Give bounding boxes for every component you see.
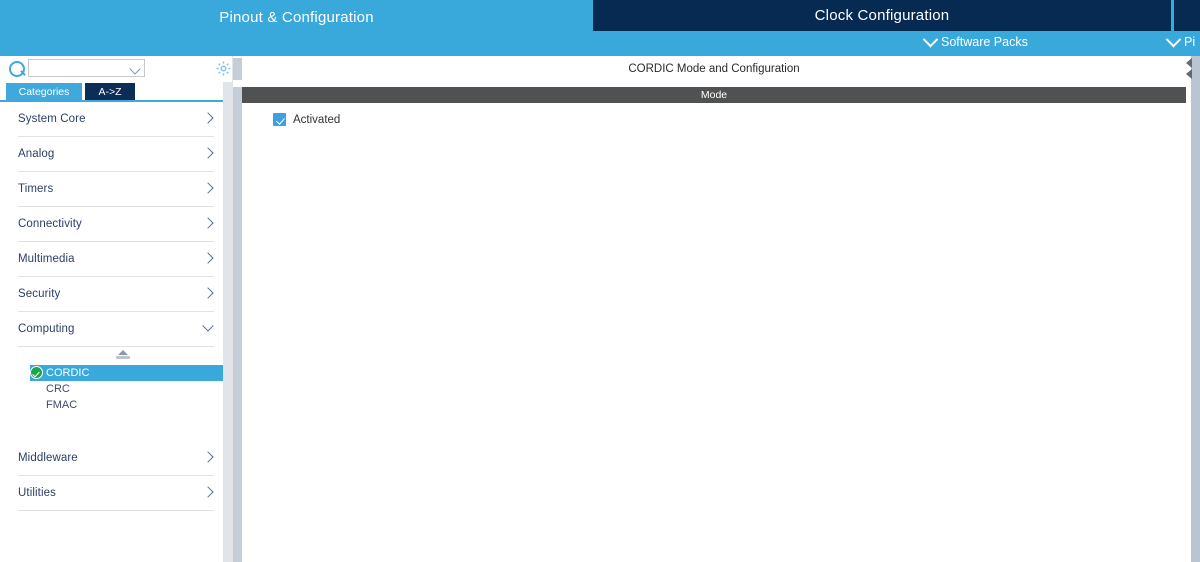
sidebar-item-security[interactable]: Security xyxy=(18,277,214,312)
tab-categories[interactable]: Categories xyxy=(6,83,82,100)
menu-software-packs[interactable]: Software Packs xyxy=(922,31,1028,49)
sidebar-item-utilities[interactable]: Utilities xyxy=(18,476,214,511)
search-icon xyxy=(9,61,25,77)
search-combobox[interactable] xyxy=(28,59,145,77)
chevron-right-icon xyxy=(202,252,214,264)
panel-title-label: CORDIC Mode and Configuration xyxy=(628,63,800,75)
sidebar-item-label: Timers xyxy=(18,183,54,195)
chevron-down-icon xyxy=(922,31,939,47)
sidebar-item-fmac[interactable]: FMAC xyxy=(30,397,230,413)
panel-title: CORDIC Mode and Configuration xyxy=(242,58,1186,80)
computing-subitem-list: CORDIC CRC FMAC xyxy=(0,347,232,413)
gear-icon[interactable] xyxy=(215,60,232,77)
sidebar-item-label: CORDIC xyxy=(46,367,90,379)
chevron-down-icon xyxy=(1165,31,1182,47)
chevron-right-icon xyxy=(202,112,214,124)
tab-clock-label: Clock Configuration xyxy=(814,7,950,24)
sidebar-item-analog[interactable]: Analog xyxy=(18,137,214,172)
sidebar-item-crc[interactable]: CRC xyxy=(30,381,230,397)
mode-section-header[interactable]: Mode xyxy=(242,87,1186,103)
menu-pinout[interactable]: Pi xyxy=(1165,31,1196,49)
scroll-left-arrow-icon-secondary[interactable] xyxy=(1186,69,1192,79)
main-scrollbar[interactable] xyxy=(1186,56,1200,562)
activated-checkbox[interactable] xyxy=(273,113,286,126)
sidebar-search-row xyxy=(0,56,232,82)
sidebar-item-label: FMAC xyxy=(46,399,78,411)
mode-bar-left-edge xyxy=(233,87,242,103)
menu-software-packs-label: Software Packs xyxy=(941,35,1028,49)
scroll-left-arrow-icon[interactable] xyxy=(1186,58,1192,68)
search-input[interactable] xyxy=(32,61,126,75)
sidebar-item-label: Computing xyxy=(18,323,75,335)
sidebar-item-computing[interactable]: Computing xyxy=(18,312,214,347)
sidebar-item-multimedia[interactable]: Multimedia xyxy=(18,242,214,277)
sidebar-view-tabs: Categories A->Z xyxy=(0,83,232,102)
chevron-down-icon[interactable] xyxy=(129,63,141,75)
chevron-down-icon xyxy=(202,320,214,332)
sidebar-item-timers[interactable]: Timers xyxy=(18,172,214,207)
chevron-right-icon xyxy=(202,182,214,194)
sidebar-item-label: CRC xyxy=(46,383,70,395)
chevron-right-icon xyxy=(202,147,214,159)
sidebar-item-connectivity[interactable]: Connectivity xyxy=(18,207,214,242)
application-window: Pinout & Configuration Clock Configurati… xyxy=(0,0,1200,562)
activated-checkbox-row[interactable]: Activated xyxy=(273,113,340,126)
mode-section-header-label: Mode xyxy=(700,89,728,101)
sidebar-item-system-core[interactable]: System Core xyxy=(18,102,214,137)
tab-overflow-stub[interactable] xyxy=(1174,0,1200,31)
sidebar-item-label: Middleware xyxy=(18,452,78,464)
sidebar-item-label: Connectivity xyxy=(18,218,82,230)
scroll-up-icon[interactable] xyxy=(118,350,128,355)
chevron-right-icon xyxy=(202,451,214,463)
header-subbar: Software Packs Pi xyxy=(0,31,1200,56)
tab-pinout-label: Pinout & Configuration xyxy=(219,8,374,26)
main-content: CORDIC Mode and Configuration Mode Activ… xyxy=(233,56,1200,562)
sidebar: Categories A->Z System Core Analog Timer… xyxy=(0,56,233,562)
sidebar-item-label: System Core xyxy=(18,113,86,125)
activated-checkbox-label: Activated xyxy=(293,113,341,126)
tab-clock-configuration[interactable]: Clock Configuration xyxy=(593,0,1171,31)
sidebar-item-label: Multimedia xyxy=(18,253,75,265)
header-band: Pinout & Configuration Clock Configurati… xyxy=(0,0,1200,56)
configured-check-icon xyxy=(30,366,43,379)
tab-a-to-z-label: A->Z xyxy=(98,85,122,98)
sidebar-item-middleware[interactable]: Middleware xyxy=(18,441,214,476)
menu-pinout-label: Pi xyxy=(1184,35,1196,49)
mode-section-body: Activated xyxy=(242,103,1187,562)
panel-left-edge xyxy=(233,58,242,80)
sidebar-scrollbar[interactable] xyxy=(223,82,232,562)
chevron-right-icon xyxy=(202,486,214,498)
tab-a-to-z[interactable]: A->Z xyxy=(85,83,135,100)
sidebar-item-label: Utilities xyxy=(18,487,56,499)
sidebar-item-label: Analog xyxy=(18,148,55,160)
tab-pinout-configuration[interactable]: Pinout & Configuration xyxy=(0,0,593,34)
scroll-up-icon-base xyxy=(116,356,130,359)
category-list: System Core Analog Timers Connectivity M… xyxy=(0,102,232,562)
sidebar-item-cordic[interactable]: CORDIC xyxy=(30,365,230,381)
tab-categories-label: Categories xyxy=(18,85,70,98)
chevron-right-icon xyxy=(202,287,214,299)
main-scrollbar-track[interactable] xyxy=(1191,56,1200,562)
sidebar-item-label: Security xyxy=(18,288,61,300)
chevron-right-icon xyxy=(202,217,214,229)
mode-body-left-edge xyxy=(233,103,242,562)
